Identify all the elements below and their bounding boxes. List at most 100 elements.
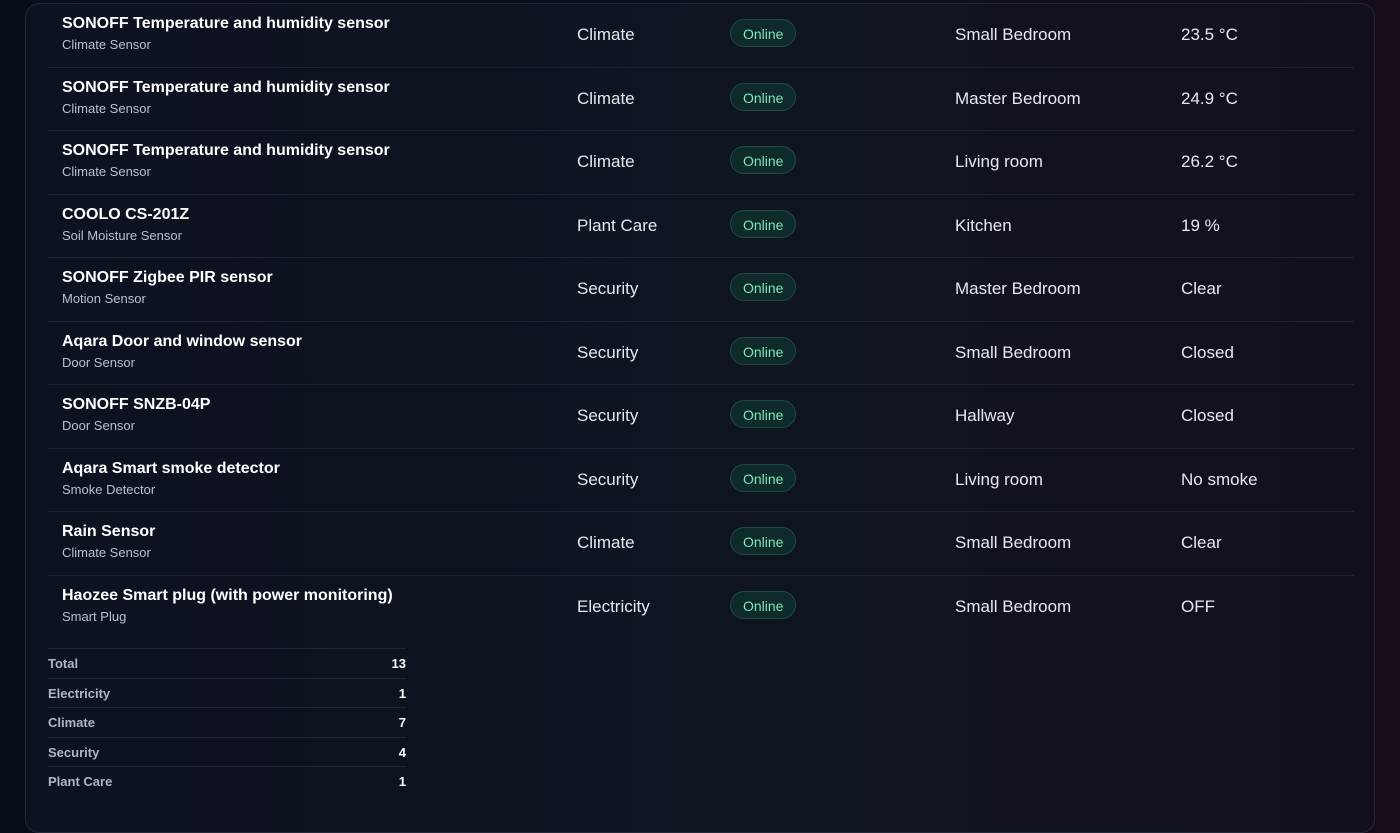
device-type: Smoke Detector xyxy=(62,481,156,497)
status-badge: Online xyxy=(730,19,797,47)
device-state: 24.9 °C xyxy=(1181,88,1238,108)
device-name: Aqara Smart smoke detector xyxy=(62,459,280,477)
table-row[interactable]: SONOFF Temperature and humidity sensor C… xyxy=(48,131,1354,195)
device-name-cell: SONOFF SNZB-04P Door Sensor xyxy=(62,395,562,435)
table-row[interactable]: SONOFF SNZB-04P Door Sensor Security Onl… xyxy=(48,385,1354,449)
table-row[interactable]: SONOFF Temperature and humidity sensor C… xyxy=(48,68,1354,131)
device-room: Living room xyxy=(955,152,1043,171)
devices-table: SONOFF Temperature and humidity sensor C… xyxy=(48,4,1354,638)
status-badge: Online xyxy=(730,527,797,555)
device-name: Haozee Smart plug (with power monitoring… xyxy=(62,586,393,604)
device-type: Climate Sensor xyxy=(62,545,151,560)
device-room: Small Bedroom xyxy=(955,533,1072,552)
device-state: Clear xyxy=(1181,279,1222,298)
device-type: Smart Plug xyxy=(62,608,127,624)
device-name-cell: SONOFF Zigbee PIR sensor Motion Sensor xyxy=(62,268,562,308)
device-name: SONOFF Zigbee PIR sensor xyxy=(62,269,273,286)
device-status-cell: Online xyxy=(730,273,797,301)
summary-label: Climate xyxy=(48,715,95,730)
device-room: Master Bedroom xyxy=(955,88,1081,108)
device-state: 26.2 °C xyxy=(1181,152,1238,171)
device-name: Rain Sensor xyxy=(62,523,156,540)
device-name: SONOFF SNZB-04P xyxy=(62,396,211,413)
device-name: COOLO CS-201Z xyxy=(62,205,190,223)
summary-row-total: Total 13 xyxy=(48,648,406,678)
status-badge: Online xyxy=(730,273,797,301)
device-name-cell: Haozee Smart plug (with power monitoring… xyxy=(62,586,562,626)
device-type: Climate Sensor xyxy=(62,164,151,179)
device-room: Small Bedroom xyxy=(955,25,1072,44)
device-type: Motion Sensor xyxy=(62,291,146,306)
device-category: Climate xyxy=(577,25,635,44)
status-badge: Online xyxy=(730,209,797,238)
device-name-cell: SONOFF Temperature and humidity sensor C… xyxy=(62,14,562,54)
summary-row-electricity: Electricity 1 xyxy=(48,677,406,708)
device-name-cell: SONOFF Temperature and humidity sensor C… xyxy=(62,141,562,181)
status-badge: Online xyxy=(730,82,797,111)
device-name: SONOFF Temperature and humidity sensor xyxy=(62,78,390,96)
summary-count: 4 xyxy=(398,744,406,760)
summary-row-security: Security 4 xyxy=(48,736,406,767)
device-state: 19 % xyxy=(1181,215,1220,235)
table-row[interactable]: Haozee Smart plug (with power monitoring… xyxy=(48,576,1354,639)
device-name-cell: Aqara Smart smoke detector Smoke Detecto… xyxy=(62,459,562,499)
status-badge: Online xyxy=(730,590,797,619)
table-row[interactable]: SONOFF Zigbee PIR sensor Motion Sensor S… xyxy=(48,258,1354,322)
device-name-cell: SONOFF Temperature and humidity sensor C… xyxy=(62,78,562,118)
device-name: Aqara Door and window sensor xyxy=(62,332,303,350)
device-category: Security xyxy=(577,279,639,298)
device-state: 23.5 °C xyxy=(1181,25,1238,44)
device-status-cell: Online xyxy=(730,82,797,111)
device-category: Plant Care xyxy=(577,215,658,235)
device-category: Electricity xyxy=(577,596,650,616)
table-row[interactable]: SONOFF Temperature and humidity sensor C… xyxy=(48,4,1354,68)
summary-count: 1 xyxy=(398,774,406,789)
table-row[interactable]: Aqara Door and window sensor Door Sensor… xyxy=(48,322,1354,385)
status-badge: Online xyxy=(730,400,797,428)
table-row[interactable]: COOLO CS-201Z Soil Moisture Sensor Plant… xyxy=(48,195,1354,258)
device-status-cell: Online xyxy=(730,590,797,619)
status-badge: Online xyxy=(730,336,797,365)
device-status-cell: Online xyxy=(730,19,797,47)
summary-count: 7 xyxy=(398,715,406,730)
device-state: Clear xyxy=(1181,533,1222,552)
device-status-cell: Online xyxy=(730,336,797,365)
summary-row-plant-care: Plant Care 1 xyxy=(48,766,406,796)
device-type: Climate Sensor xyxy=(62,37,151,52)
device-type: Door Sensor xyxy=(62,418,135,433)
device-name-cell: Aqara Door and window sensor Door Sensor xyxy=(62,332,562,372)
summary-label: Plant Care xyxy=(48,774,113,789)
summary-label: Total xyxy=(48,656,79,671)
device-name: SONOFF Temperature and humidity sensor xyxy=(62,142,390,159)
device-category: Security xyxy=(577,342,639,362)
category-summary: Total 13 Electricity 1 Climate 7 Securit… xyxy=(48,648,406,796)
device-room: Hallway xyxy=(955,406,1015,425)
device-status-cell: Online xyxy=(730,463,797,492)
device-name-cell: Rain Sensor Climate Sensor xyxy=(62,522,562,562)
table-row[interactable]: Aqara Smart smoke detector Smoke Detecto… xyxy=(48,449,1354,512)
device-type: Soil Moisture Sensor xyxy=(62,227,182,243)
device-state: No smoke xyxy=(1181,469,1258,489)
summary-row-climate: Climate 7 xyxy=(48,707,406,737)
summary-count: 13 xyxy=(391,656,406,671)
device-status-cell: Online xyxy=(730,209,797,238)
device-state: OFF xyxy=(1181,596,1215,616)
device-room: Kitchen xyxy=(955,215,1012,235)
device-room: Master Bedroom xyxy=(955,279,1081,298)
device-name: SONOFF Temperature and humidity sensor xyxy=(62,15,390,32)
devices-card: SONOFF Temperature and humidity sensor C… xyxy=(25,3,1375,833)
table-row[interactable]: Rain Sensor Climate Sensor Climate Onlin… xyxy=(48,512,1354,576)
device-room: Small Bedroom xyxy=(955,342,1072,362)
device-state: Closed xyxy=(1181,406,1234,425)
device-room: Living room xyxy=(955,469,1043,489)
status-badge: Online xyxy=(730,463,797,492)
status-badge: Online xyxy=(730,146,797,174)
device-type: Door Sensor xyxy=(62,354,135,370)
device-status-cell: Online xyxy=(730,146,797,174)
device-status-cell: Online xyxy=(730,527,797,555)
summary-label: Electricity xyxy=(48,685,111,701)
summary-label: Security xyxy=(48,744,100,760)
device-category: Security xyxy=(577,469,639,489)
device-room: Small Bedroom xyxy=(955,596,1072,616)
device-type: Climate Sensor xyxy=(62,100,151,116)
